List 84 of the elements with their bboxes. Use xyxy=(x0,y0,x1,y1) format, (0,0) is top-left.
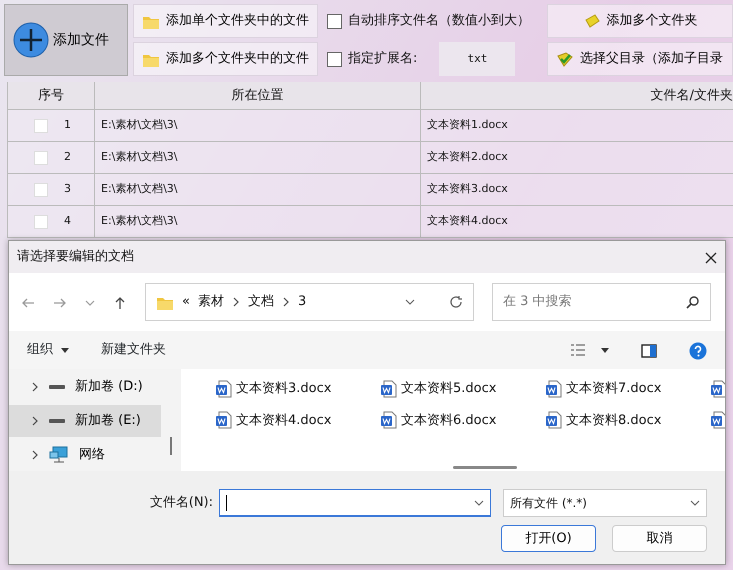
refresh-icon xyxy=(449,295,463,309)
option-label: 自动排序文件名（数值小到大） xyxy=(348,12,530,30)
dialog-button[interactable]: 取消 xyxy=(612,525,707,552)
preview-pane-icon xyxy=(641,344,657,358)
table-cell-text: 文本资料3.docx xyxy=(426,181,509,198)
column-header: 序号 xyxy=(8,82,95,109)
word-file-icon xyxy=(381,380,397,398)
table-cell-text: 文本资料1.docx xyxy=(426,117,509,134)
dropdown-icon xyxy=(690,499,700,507)
table-cell: E:\素材\文档\3\ xyxy=(95,142,421,173)
network-icon xyxy=(49,446,69,464)
file-item[interactable]: 文本资料5.docx xyxy=(381,379,546,398)
row-checkbox[interactable] xyxy=(34,182,48,196)
column-header: 文件名/文件夹 xyxy=(650,86,733,105)
list-view-icon xyxy=(571,344,585,356)
row-number: 1 xyxy=(64,117,71,134)
checkbox[interactable] xyxy=(327,14,342,28)
dialog-button[interactable]: 打开(O) xyxy=(501,525,596,552)
chevron-icon xyxy=(31,416,39,426)
table-cell-text: 文本资料4.docx xyxy=(426,213,509,230)
column-header: 所在位置 xyxy=(95,82,421,109)
add-folder-button[interactable]: 添加单个文件夹中的文件 xyxy=(133,4,318,38)
add-folder-button[interactable]: 添加多个文件夹中的文件 xyxy=(133,42,318,76)
new-folder-button[interactable]: 新建文件夹 xyxy=(101,340,166,360)
plus-icon xyxy=(13,22,49,58)
close-icon xyxy=(705,252,717,264)
arrow-icon xyxy=(113,296,127,310)
checkbox[interactable] xyxy=(327,52,342,66)
drive-icon xyxy=(49,383,65,391)
extension-field[interactable]: txt xyxy=(439,42,516,76)
file-item[interactable]: 文本资料4.docx xyxy=(216,410,381,430)
address-bar[interactable]: « 素材 文档 3 xyxy=(145,283,474,321)
chevron-icon xyxy=(31,450,39,460)
option-label: 指定扩展名: xyxy=(348,50,418,68)
file-item[interactable]: 文本资料7.docx xyxy=(546,379,711,398)
toolbar-button[interactable]: 选择父目录（添加子目录 xyxy=(547,42,733,76)
file-item[interactable]: 文本资料8.docx xyxy=(546,410,711,430)
caret-icon xyxy=(601,348,609,352)
word-file-icon xyxy=(546,380,562,398)
toolbar-button[interactable]: 添加多个文件夹 xyxy=(547,4,733,38)
file-item[interactable]: 文本资料6.docx xyxy=(381,410,546,430)
table-cell: E:\素材\文档\3\ xyxy=(95,174,421,205)
table-cell: E:\素材\文档\3\ xyxy=(95,206,421,237)
help-icon xyxy=(689,342,707,360)
file-type-select[interactable]: 所有文件 (*.*) xyxy=(503,489,707,517)
drive-icon xyxy=(49,417,65,425)
organize-menu[interactable]: 组织 xyxy=(27,340,69,360)
nav-item[interactable]: 新加卷 (D:) xyxy=(9,371,161,403)
word-file-icon xyxy=(381,411,397,430)
nav-item[interactable]: 网络 xyxy=(9,439,161,471)
dropdown-icon xyxy=(474,498,484,506)
table-cell: E:\素材\文档\3\ xyxy=(95,110,421,141)
row-number: 4 xyxy=(64,213,71,230)
arrow-icon xyxy=(21,296,35,310)
view-menu[interactable] xyxy=(571,344,609,356)
add-file-button[interactable]: 添加文件 xyxy=(4,4,128,76)
file-name-label: 文件名(N): xyxy=(150,494,213,512)
chevron-icon xyxy=(232,297,240,307)
row-checkbox[interactable] xyxy=(34,214,48,228)
row-checkbox[interactable] xyxy=(34,118,48,132)
search-placeholder: 在 3 中搜索 xyxy=(503,293,572,312)
chevron-icon xyxy=(282,297,290,307)
breadcrumb[interactable]: 素材 xyxy=(198,292,224,312)
search-field[interactable]: 在 3 中搜索 xyxy=(492,283,711,321)
dropdown-icon xyxy=(405,298,415,306)
nav-item[interactable]: 新加卷 (E:) xyxy=(9,405,161,437)
row-number: 2 xyxy=(64,149,71,166)
breadcrumb[interactable]: 文档 xyxy=(248,292,274,312)
chevron-icon xyxy=(31,382,39,392)
row-checkbox[interactable] xyxy=(34,150,48,164)
search-icon xyxy=(686,295,700,309)
dialog-title: 请选择要编辑的文档 xyxy=(17,248,134,266)
breadcrumb[interactable]: 3 xyxy=(298,292,306,312)
file-type-value: 所有文件 (*.*) xyxy=(510,495,587,512)
row-number: 3 xyxy=(64,181,71,198)
caret-icon xyxy=(61,348,69,352)
word-file-icon xyxy=(216,380,232,398)
table-cell-text: 文本资料2.docx xyxy=(426,149,509,166)
arrow-icon xyxy=(53,296,67,310)
word-file-icon xyxy=(216,411,232,430)
file-item[interactable]: 文本资料3.docx xyxy=(216,379,381,398)
path-overflow: « xyxy=(182,293,190,312)
word-file-icon xyxy=(546,411,562,430)
file-name-field[interactable] xyxy=(219,489,491,517)
